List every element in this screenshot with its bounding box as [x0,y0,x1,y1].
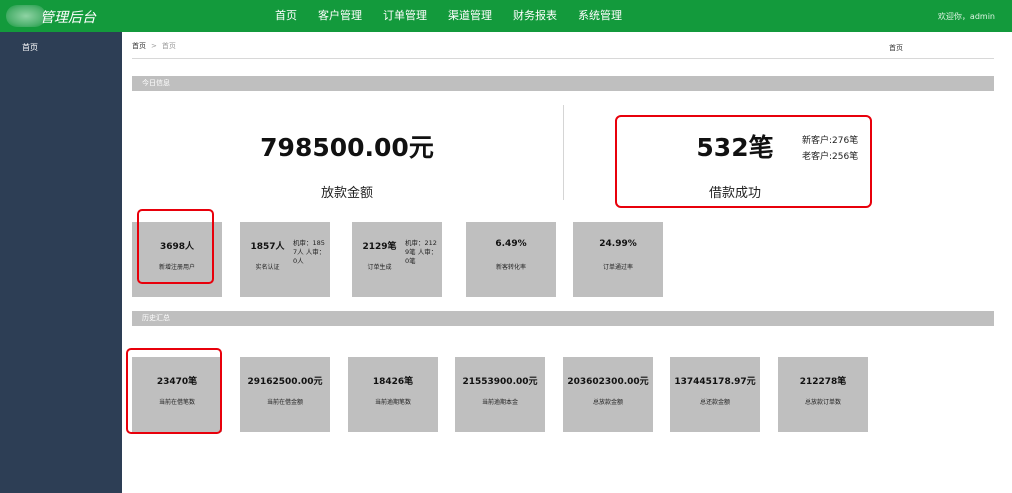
today-amount-block: 798500.00元 [247,128,447,164]
nav-finance[interactable]: 财务报表 [513,0,557,32]
new-customer-count: 新客户:276笔 [802,136,859,146]
card-value: 18426笔 [372,377,414,387]
card-label: 当前逾期本金 [481,399,518,406]
card-label: 当前在借笔数 [158,399,195,406]
card-total-loan-orders[interactable]: 212278笔 总放款订单数 [778,357,868,432]
breadcrumb-home[interactable]: 首页 [132,42,146,50]
today-loans-label: 借款成功 [708,186,761,201]
card-label: 订单通过率 [602,264,633,271]
card-total-disbursed[interactable]: 203602300.00元 总放款金额 [563,357,653,432]
card-value: 6.49% [495,239,527,249]
card-realname-auth[interactable]: 1857人 实名认证 机审：1857人 人审：0人 [240,222,330,297]
card-orders-generated[interactable]: 2129笔 订单生成 机审：2129笔 人审：0笔 [352,222,442,297]
breadcrumb: 首页 > 首页 [132,41,176,51]
nav-home[interactable]: 首页 [275,0,297,32]
card-value: 24.99% [599,239,637,249]
card-label: 总放款订单数 [804,399,841,406]
card-label: 新客转化率 [495,264,526,271]
card-value: 212278笔 [799,377,847,387]
card-value: 137445178.97元 [674,377,756,387]
app-logo-text: 管理后台 [40,10,96,26]
card-overdue-count[interactable]: 18426笔 当前逾期笔数 [348,357,438,432]
card-label: 新增注册用户 [158,264,195,271]
card-value: 3698人 [159,242,195,252]
card-label: 当前逾期笔数 [374,399,411,406]
card-new-registrations[interactable]: 3698人 新增注册用户 [132,222,222,297]
sidebar: 首页 [0,32,122,493]
page-tab-home[interactable]: 首页 [889,43,903,53]
breadcrumb-separator: > [151,42,157,50]
nav-customers[interactable]: 客户管理 [318,0,362,32]
card-new-customer-conversion[interactable]: 6.49% 新客转化率 [466,222,556,297]
welcome-user-text[interactable]: 欢迎你，admin [938,11,995,22]
sidebar-item-home[interactable]: 首页 [22,42,38,53]
main-content: 首页 > 首页 首页 今日信息 798500.00元 放款金额 532笔 新客户:2… [122,32,1012,493]
card-label: 当前在借金额 [266,399,303,406]
card-label: 总还款金额 [699,399,730,406]
card-value: 2129笔 [362,242,397,252]
old-customer-count: 老客户:256笔 [802,152,859,162]
stats-divider [563,105,564,200]
card-value: 23470笔 [156,377,198,387]
card-value: 21553900.00元 [462,377,538,387]
breadcrumb-current: 首页 [161,42,176,50]
today-amount-value: 798500.00元 [260,133,434,162]
today-loans-block: 532笔 [685,128,785,164]
card-label: 实名认证 [255,264,280,271]
main-nav: 首页 客户管理 订单管理 渠道管理 财务报表 系统管理 [275,0,643,32]
today-loans-label-wrap: 借款成功 [685,182,785,201]
today-loans-value: 532笔 [696,133,774,162]
card-current-loan-count[interactable]: 23470笔 当前在借笔数 [132,357,222,432]
card-overdue-principal[interactable]: 21553900.00元 当前逾期本金 [455,357,545,432]
card-detail: 机审：2129笔 人审：0笔 [405,239,438,265]
top-navbar: 管理后台 首页 客户管理 订单管理 渠道管理 财务报表 系统管理 欢迎你，adm… [0,0,1012,32]
card-total-repaid[interactable]: 137445178.97元 总还款金额 [670,357,760,432]
card-order-approval-rate[interactable]: 24.99% 订单通过率 [573,222,663,297]
today-amount-label-wrap: 放款金额 [247,182,447,201]
card-value: 1857人 [250,242,285,252]
card-current-loan-amount[interactable]: 29162500.00元 当前在借金额 [240,357,330,432]
card-value: 29162500.00元 [247,377,323,387]
breadcrumb-divider [132,58,994,59]
nav-orders[interactable]: 订单管理 [383,0,427,32]
section-title-today: 今日信息 [132,76,994,91]
card-detail: 机审：1857人 人审：0人 [293,239,326,265]
today-amount-label: 放款金额 [320,186,373,201]
nav-system[interactable]: 系统管理 [578,0,622,32]
card-label: 总放款金额 [592,399,623,406]
section-title-history: 历史汇总 [132,311,994,326]
card-label: 订单生成 [367,264,392,271]
card-value: 203602300.00元 [567,377,649,387]
nav-channels[interactable]: 渠道管理 [448,0,492,32]
